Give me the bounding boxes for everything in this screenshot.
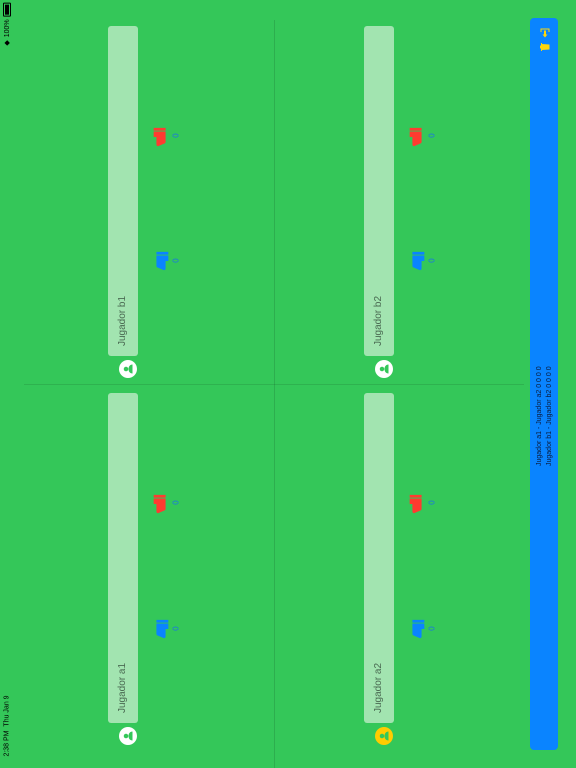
player-bar-a2[interactable]: Jugador a2 [364, 393, 394, 723]
thumbs-down-icon[interactable] [406, 126, 428, 148]
player-bar-a1[interactable]: Jugador a1 [108, 393, 138, 723]
status-time-text: 2:38 PM [3, 730, 11, 757]
exit-icon[interactable] [539, 26, 551, 38]
like-count-b1: 0 [171, 258, 181, 263]
score-line-a: Jugador a1 - Jugador a2 0 0 0 0 [536, 366, 543, 466]
wifi-icon: ◆ [4, 40, 11, 46]
player-bar-b1[interactable]: Jugador b1 [108, 26, 138, 356]
avatar-a1[interactable] [119, 727, 137, 745]
thumbs-up-icon[interactable] [406, 250, 428, 272]
like-count-a2: 0 [427, 626, 437, 631]
player-bar-b2[interactable]: Jugador b2 [364, 26, 394, 356]
vertical-divider [274, 20, 275, 768]
avatar-b2[interactable] [375, 360, 393, 378]
horizontal-divider [24, 384, 524, 385]
person-icon [379, 731, 389, 741]
score-line-b: Jugador b1 - Jugador b2 0 0 0 0 [546, 366, 553, 466]
thumbs-up-icon[interactable] [150, 618, 172, 640]
status-bar: 2:38 PM Thu Jan 9 ◆ 100% [0, 0, 14, 768]
avatar-a2[interactable] [375, 727, 393, 745]
thumbs-up-icon[interactable] [150, 250, 172, 272]
like-count-a1: 0 [171, 626, 181, 631]
thumbs-down-icon[interactable] [150, 126, 172, 148]
person-icon [123, 731, 133, 741]
dislike-count-b2: 0 [427, 133, 437, 138]
dislike-count-a2: 0 [427, 500, 437, 505]
like-count-b2: 0 [427, 258, 437, 263]
avatar-b1[interactable] [119, 360, 137, 378]
thumbs-up-icon[interactable] [406, 618, 428, 640]
game-screen: 2:38 PM Thu Jan 9 ◆ 100% Jugador b1 0 0 … [0, 0, 576, 768]
status-date-text: Thu Jan 9 [3, 695, 11, 727]
thumbs-down-icon[interactable] [150, 493, 172, 515]
person-icon [123, 364, 133, 374]
scoreboard-panel: Jugador a1 - Jugador a2 0 0 0 0 Jugador … [530, 18, 558, 750]
battery-percent: 100% [3, 19, 11, 38]
person-icon [379, 364, 389, 374]
dislike-count-b1: 0 [171, 133, 181, 138]
dislike-count-a1: 0 [171, 500, 181, 505]
thumbs-down-icon[interactable] [406, 493, 428, 515]
status-indicators: ◆ 100% [3, 2, 11, 46]
battery-icon [3, 2, 11, 17]
status-time: 2:38 PM Thu Jan 9 [4, 695, 11, 756]
trash-icon[interactable] [539, 40, 551, 52]
